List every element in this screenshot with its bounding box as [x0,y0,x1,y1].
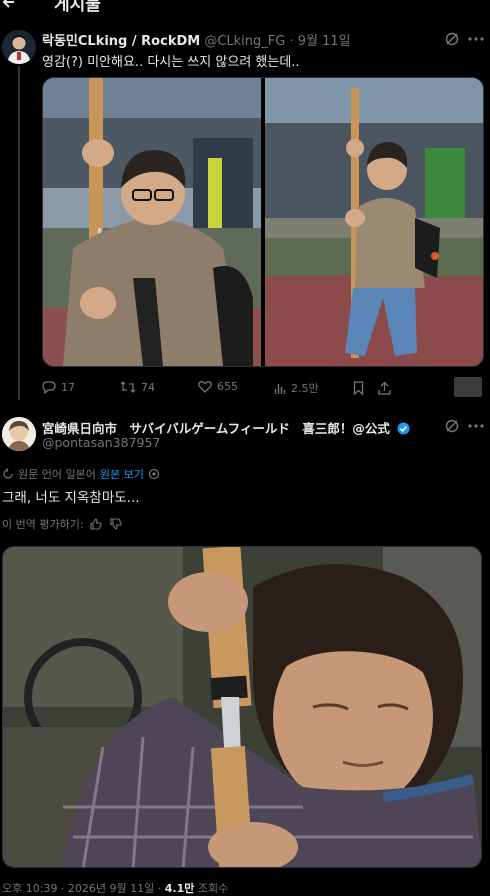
reply-button[interactable]: 17 [42,380,75,394]
thumbs-up-icon[interactable] [89,518,102,530]
retweet-count: 74 [141,380,155,394]
share-icon[interactable] [378,381,391,395]
avatar[interactable] [2,30,36,64]
translation-note: 원문 언어 일본어 원본 보기 [2,466,160,482]
more-icon[interactable] [468,36,484,42]
avatar[interactable] [2,417,36,451]
arrow-left-icon[interactable] [2,0,16,10]
views-button[interactable]: 2.5만 [274,380,319,396]
bar-chart-icon [274,384,286,394]
verified-badge-icon [397,422,410,435]
tweet-media[interactable] [2,546,482,868]
view-count: 4.1만 [164,882,195,895]
photo-2[interactable] [265,78,483,366]
thumbs-down-icon[interactable] [109,518,122,530]
view-count: 2.5만 [291,382,319,395]
photo-grandmother-with-sword[interactable] [3,547,482,868]
share-overlay-box [454,377,482,397]
hide-icon[interactable] [444,418,460,434]
settings-icon[interactable] [148,468,160,480]
retweet-icon [120,381,136,393]
author-name[interactable]: 락동민CLking / RockDM [42,34,200,49]
author-name[interactable]: 宮崎県日向市 サバイバルゲームフィールド 喜三郎！@公式 [42,421,390,436]
rate-translation-label: 이 번역 평가하기: [2,518,84,531]
heart-icon [198,381,212,393]
author-handle[interactable]: @CLking_FG [204,34,285,49]
hide-icon[interactable] [444,31,460,47]
like-count: 655 [217,380,238,393]
separator-dot: · [289,34,294,49]
like-button[interactable]: 655 [198,380,238,393]
tweet-date[interactable]: 9월 11일 [298,34,351,49]
tweet-text: 영감(?) 미안해요.. 다시는 쓰지 않으려 했는데.. [42,55,300,70]
tweet-timestamp[interactable]: 오후 10:39 · 2026년 9월 11일 · [2,882,161,895]
author-handle[interactable]: @pontasan387957 [42,435,160,450]
tweet-meta-footer: 오후 10:39 · 2026년 9월 11일 · 4.1만 조회수 [2,880,228,896]
photo-1[interactable] [43,78,261,366]
bookmark-icon[interactable] [353,381,364,395]
top-bar: 게시물 [0,0,490,14]
translate-icon [3,468,13,479]
tweet-text: 그래, 너도 지옥참마도... [2,490,140,506]
tweet-media[interactable] [42,77,484,367]
show-original-link[interactable]: 원본 보기 [100,466,144,482]
tweet-actions: 17 74 655 2.5만 [42,377,482,398]
retweet-button[interactable]: 74 [120,380,155,394]
reply-icon [42,381,56,394]
page-title: 게시물 [54,0,101,14]
thread-line [18,66,20,400]
views-label: 조회수 [197,882,229,895]
translation-source: 원문 언어 일본어 [18,468,96,481]
tweet-header: 락동민CLking / RockDM @CLking_FG · 9월 11일 [42,30,351,49]
rate-translation: 이 번역 평가하기: [2,516,122,532]
more-icon[interactable] [468,423,484,429]
reply-count: 17 [61,380,75,394]
